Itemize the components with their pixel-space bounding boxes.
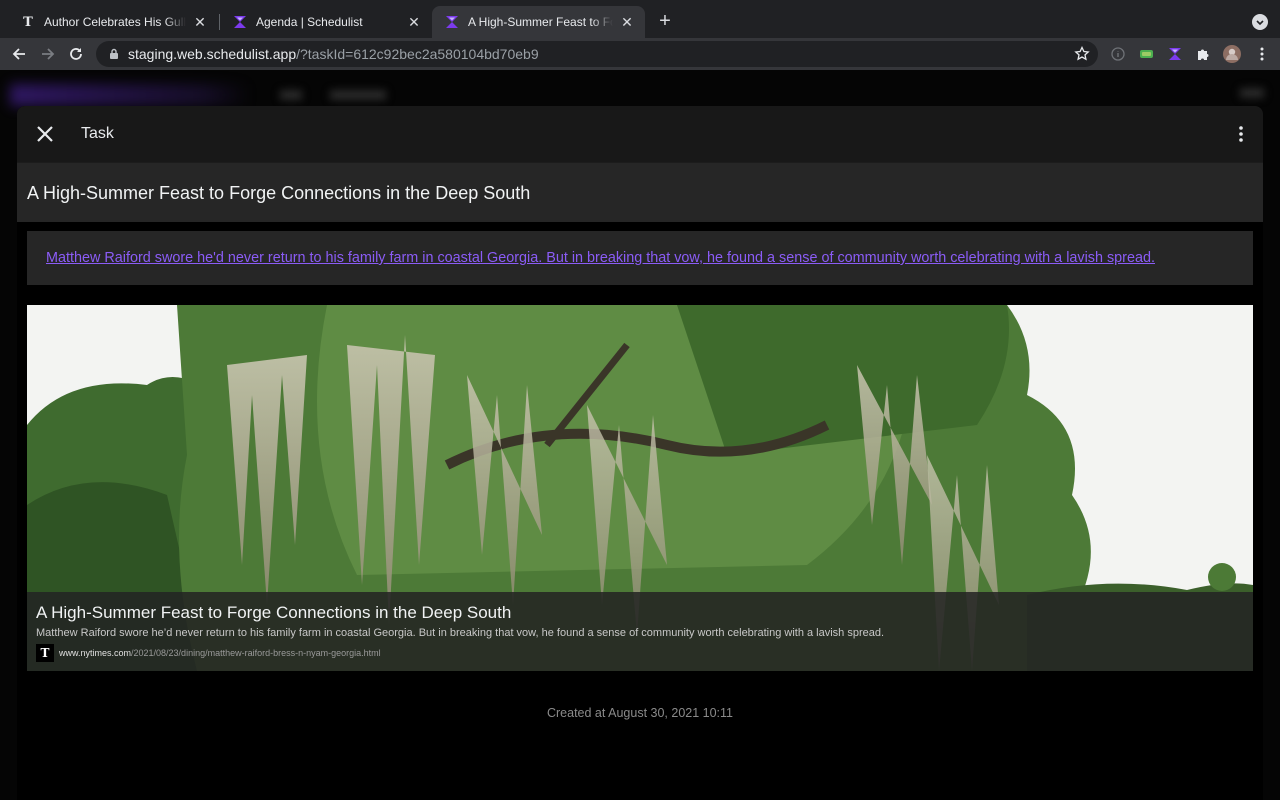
puzzle-extensions-icon[interactable]: [1193, 44, 1213, 64]
blurred-app-header: [10, 84, 250, 106]
bookmark-star-icon[interactable]: [1074, 46, 1090, 62]
browser-tabstrip: T Author Celebrates His Gullah Roots ✕ A…: [0, 0, 1280, 38]
back-button[interactable]: [7, 42, 31, 66]
task-title: A High-Summer Feast to Forge Connections…: [27, 183, 531, 203]
browser-tab-active[interactable]: A High-Summer Feast to Forge Connections…: [432, 6, 645, 38]
preview-description: Matthew Raiford swore he’d never return …: [36, 627, 885, 639]
nyt-logo-icon: T: [36, 644, 54, 662]
preview-caption: A High-Summer Feast to Forge Connections…: [27, 592, 1253, 671]
tab-close-icon[interactable]: ✕: [619, 14, 635, 30]
reload-icon: [70, 48, 82, 60]
browser-menu-icon[interactable]: [1252, 44, 1272, 64]
forward-button[interactable]: [36, 42, 60, 66]
close-icon[interactable]: [35, 124, 55, 144]
created-at-text: Created at August 30, 2021 10:11: [546, 706, 734, 720]
browser-tab-agenda[interactable]: Agenda | Schedulist ✕: [220, 6, 432, 38]
blurred-nav-item: [1240, 88, 1264, 98]
browser-tab-nyt[interactable]: T Author Celebrates His Gullah Roots ✕: [8, 6, 218, 38]
preview-source-path: /2021/08/23/dining/matthew-raiford-bress…: [131, 648, 381, 658]
browser-toolbar: staging.web.schedulist.app/?taskId=612c9…: [0, 38, 1280, 70]
task-description: Matthew Raiford swore he'd never return …: [27, 231, 1253, 285]
tab-title: Author Celebrates His Gullah Roots: [44, 15, 186, 29]
task-dialog: Task A High-Summer Feast to Forge Connec…: [17, 106, 1263, 800]
preview-source: T www.nytimes.com/2021/08/23/dining/matt…: [36, 644, 381, 662]
address-bar[interactable]: staging.web.schedulist.app/?taskId=612c9…: [96, 41, 1098, 67]
schedulist-icon: [444, 14, 460, 30]
nyt-icon: T: [23, 14, 33, 30]
link-preview-card[interactable]: A High-Summer Feast to Forge Connections…: [27, 305, 1253, 671]
url-path: /?taskId=612c92bec2a580104bd70eb9: [296, 46, 539, 62]
schedulist-icon: [232, 14, 248, 30]
preview-source-domain: www.nytimes.com: [59, 648, 132, 658]
blurred-nav-item: [330, 90, 386, 100]
extension-icon[interactable]: [1137, 44, 1157, 64]
tab-close-icon[interactable]: ✕: [192, 14, 208, 30]
tab-title: Agenda | Schedulist: [256, 15, 363, 29]
reload-button[interactable]: [64, 42, 88, 66]
forward-arrow-icon: [42, 48, 55, 60]
new-tab-button[interactable]: +: [654, 11, 676, 33]
more-options-icon[interactable]: [1231, 124, 1251, 144]
dialog-header: Task: [17, 106, 1263, 162]
schedulist-extension-icon[interactable]: [1165, 44, 1185, 64]
back-arrow-icon: [12, 48, 25, 60]
info-icon[interactable]: [1108, 44, 1128, 64]
description-link[interactable]: Matthew Raiford swore he'd never return …: [46, 250, 1155, 266]
blurred-nav-item: [280, 90, 302, 100]
preview-title: A High-Summer Feast to Forge Connections…: [36, 603, 512, 622]
lock-icon: [110, 48, 118, 59]
tab-search-icon[interactable]: [1252, 14, 1268, 30]
task-title-field[interactable]: A High-Summer Feast to Forge Connections…: [17, 162, 1263, 222]
url-host: staging.web.schedulist.app: [128, 46, 297, 62]
dialog-title: Task: [81, 125, 114, 142]
tab-title: A High-Summer Feast to Forge Connections: [468, 15, 613, 29]
profile-avatar[interactable]: [1222, 44, 1242, 64]
tab-close-icon[interactable]: ✕: [406, 14, 422, 30]
